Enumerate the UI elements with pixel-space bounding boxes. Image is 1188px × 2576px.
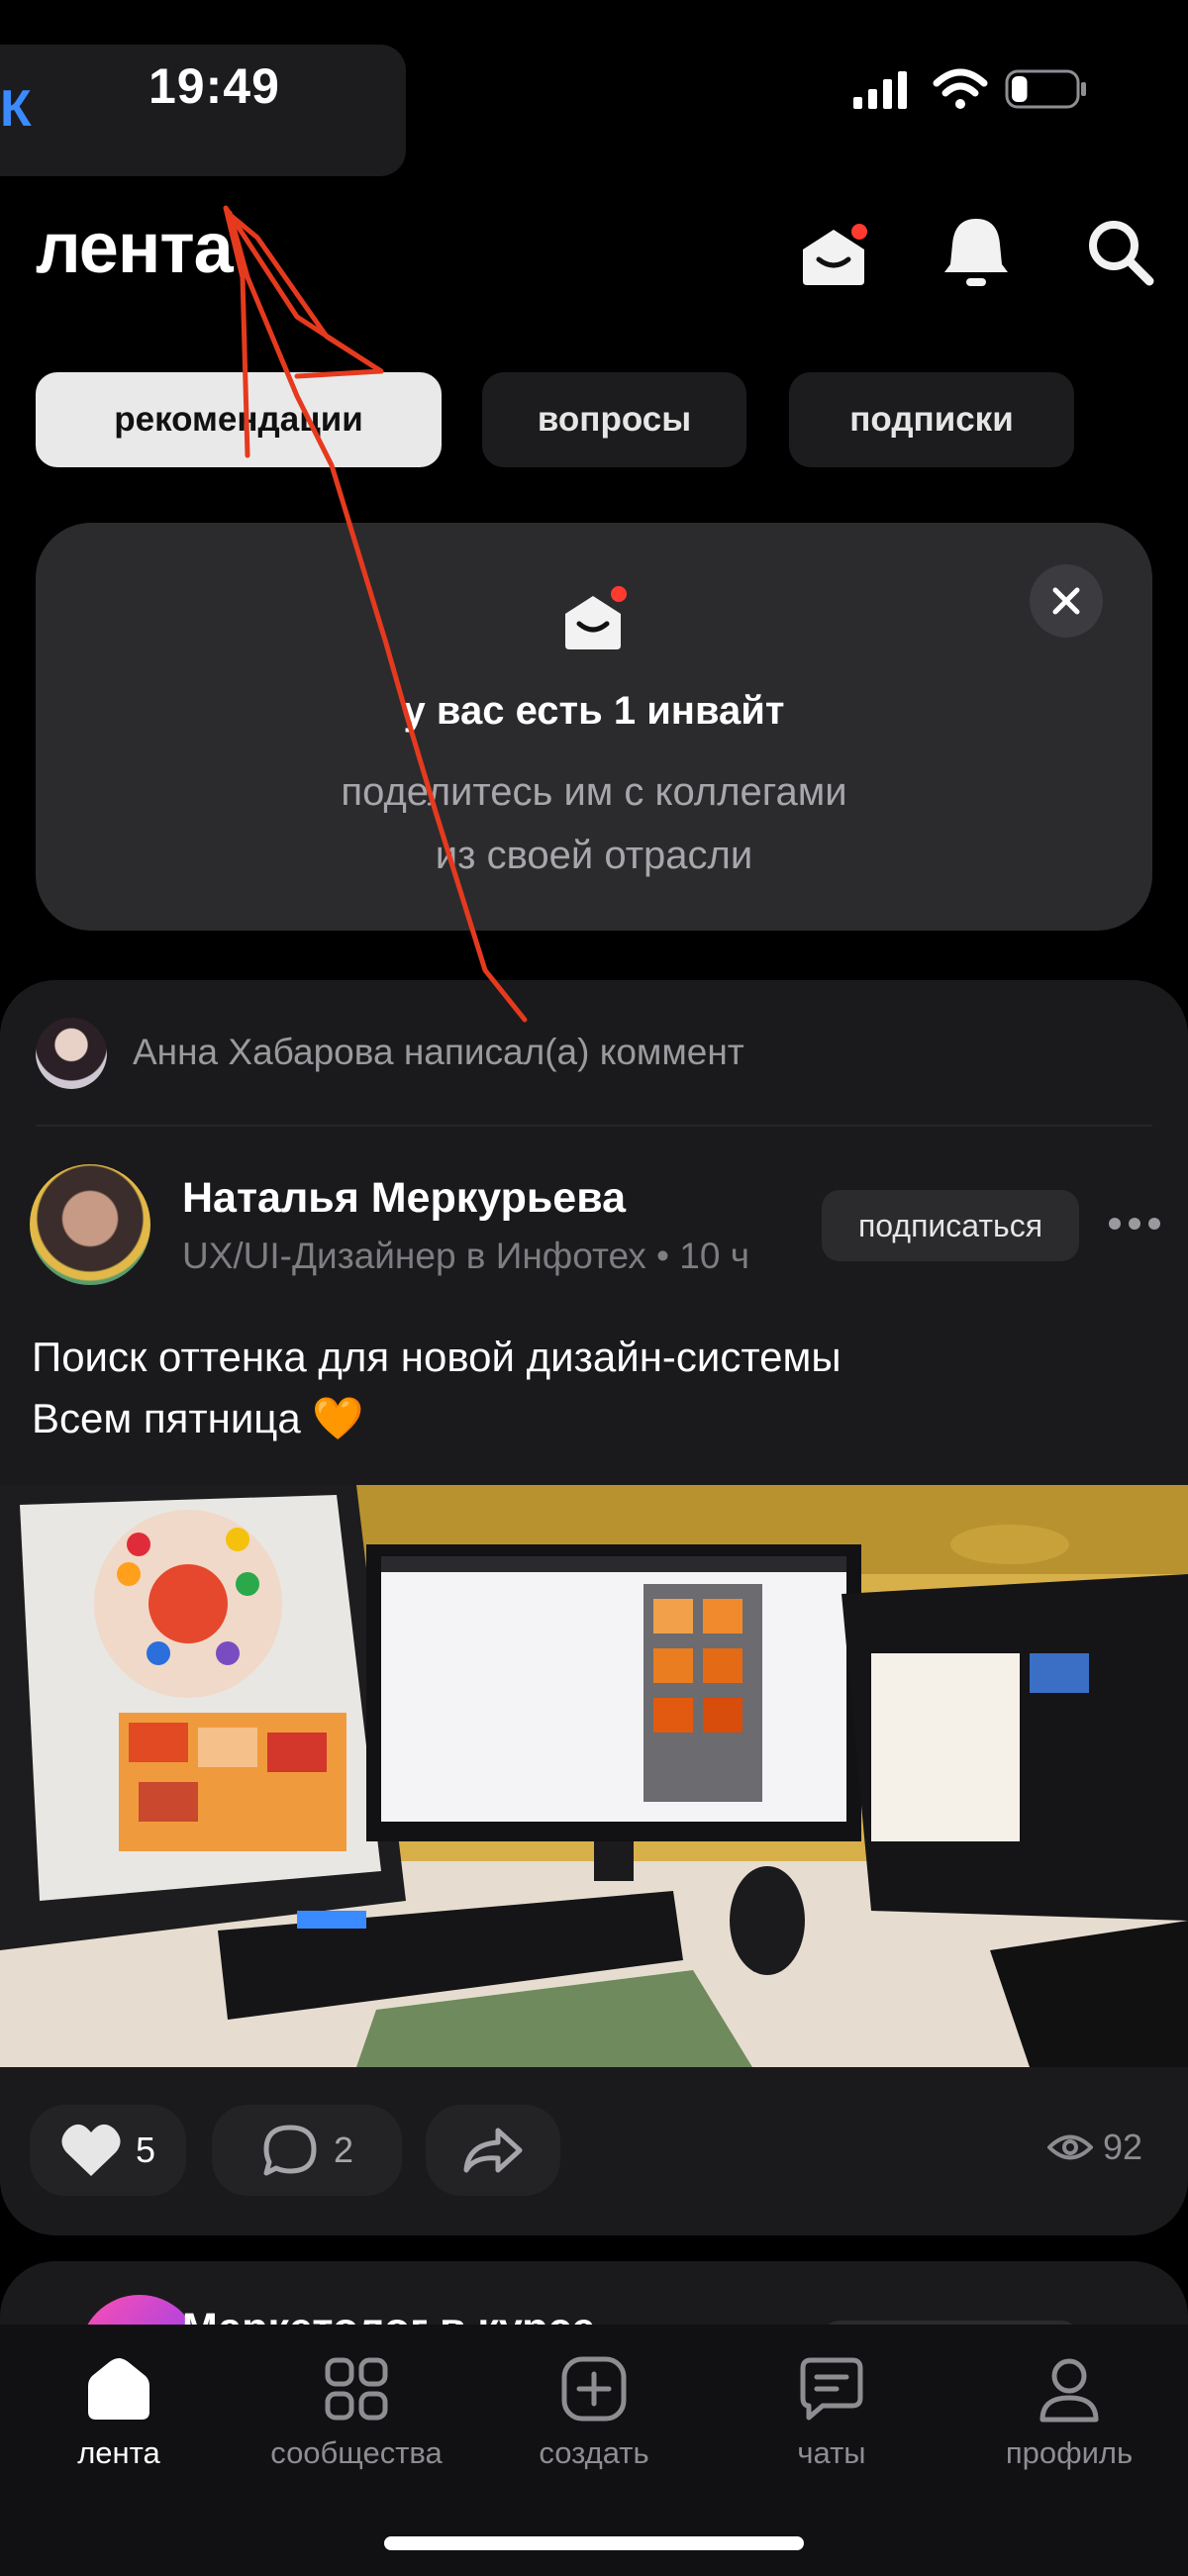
nav-label-profile: профиль bbox=[1005, 2435, 1134, 2470]
author-meta: UX/UI-Дизайнер в Инфотех • 10 ч bbox=[182, 1236, 749, 1276]
invite-subtitle-line2: из своей отрасли bbox=[435, 834, 753, 877]
battery-icon bbox=[1005, 69, 1086, 109]
comment-icon bbox=[263, 2125, 317, 2176]
plus-square-icon bbox=[561, 2356, 627, 2422]
notifications-bell-icon[interactable] bbox=[940, 213, 1012, 292]
post-text-line2-wrap: Всем пятница 🧡 bbox=[32, 1388, 842, 1449]
close-icon bbox=[1052, 587, 1080, 615]
post-text: Поиск оттенка для новой дизайн-системы В… bbox=[32, 1327, 842, 1449]
share-button[interactable] bbox=[426, 2105, 560, 2196]
nav-item-profile[interactable]: профиль bbox=[970, 2354, 1168, 2471]
nav-item-chats[interactable]: чаты bbox=[733, 2354, 931, 2471]
follow-button[interactable]: подписаться bbox=[822, 1190, 1079, 1261]
invite-title: у вас есть 1 инвайт bbox=[403, 689, 785, 733]
commenter-avatar[interactable] bbox=[36, 1018, 107, 1089]
chat-icon bbox=[800, 2357, 863, 2421]
share-arrow-icon bbox=[463, 2128, 523, 2173]
orange-heart-emoji: 🧡 bbox=[312, 1395, 364, 1441]
invite-envelope-icon bbox=[565, 586, 627, 649]
nav-item-feed[interactable]: лента bbox=[20, 2354, 218, 2471]
more-options-icon[interactable] bbox=[1107, 1210, 1162, 1238]
nav-label-feed: лента bbox=[77, 2435, 160, 2470]
home-indicator[interactable] bbox=[384, 2536, 804, 2550]
grid-icon bbox=[325, 2357, 388, 2421]
invite-mail-icon[interactable] bbox=[797, 220, 870, 289]
back-to-app-label[interactable]: К bbox=[0, 79, 32, 139]
close-invite-button[interactable] bbox=[1030, 564, 1103, 638]
nav-label-communities: сообщества bbox=[270, 2435, 443, 2470]
search-icon[interactable] bbox=[1084, 216, 1155, 287]
home-icon bbox=[88, 2358, 149, 2420]
status-time: 19:49 bbox=[148, 58, 280, 114]
nav-label-create: создать bbox=[539, 2435, 649, 2470]
tab-subscriptions[interactable]: подписки bbox=[789, 372, 1074, 467]
tab-questions[interactable]: вопросы bbox=[482, 372, 746, 467]
views-count: 92 bbox=[1103, 2127, 1143, 2167]
like-button[interactable]: 5 bbox=[30, 2105, 186, 2196]
comment-activity-note[interactable]: Анна Хабарова написал(а) коммент bbox=[133, 1032, 744, 1073]
user-icon bbox=[1040, 2358, 1099, 2423]
nav-label-chats: чаты bbox=[797, 2435, 866, 2470]
tab-recommendations[interactable]: рекомендации bbox=[36, 372, 442, 467]
post-photo[interactable] bbox=[0, 1485, 1188, 2067]
wifi-icon bbox=[933, 68, 988, 109]
comment-button[interactable]: 2 bbox=[212, 2105, 402, 2196]
author-name[interactable]: Наталья Меркурьева bbox=[182, 1174, 626, 1223]
author-avatar[interactable] bbox=[30, 1164, 150, 1285]
post-text-line2: Всем пятница bbox=[32, 1395, 301, 1441]
like-count: 5 bbox=[135, 2130, 156, 2170]
divider bbox=[36, 1125, 1152, 1127]
cellular-signal-icon bbox=[853, 71, 907, 109]
post-text-line1: Поиск оттенка для новой дизайн-системы bbox=[32, 1334, 842, 1380]
nav-item-create[interactable]: создать bbox=[495, 2354, 693, 2471]
comment-count: 2 bbox=[333, 2130, 354, 2170]
invite-subtitle-line1: поделитесь им с коллегами bbox=[341, 770, 847, 814]
eye-icon bbox=[1047, 2134, 1093, 2160]
views-counter: 92 bbox=[1047, 2127, 1142, 2168]
invite-subtitle: поделитесь им с коллегами из своей отрас… bbox=[36, 760, 1152, 887]
heart-icon bbox=[61, 2124, 121, 2176]
nav-item-communities[interactable]: сообщества bbox=[257, 2354, 455, 2471]
page-title: лента bbox=[36, 209, 234, 288]
